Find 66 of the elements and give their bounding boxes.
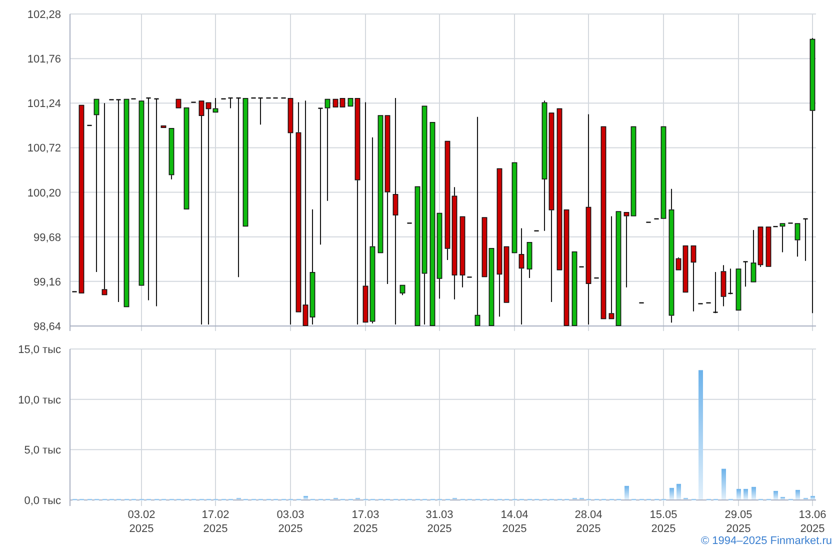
volume-bar (780, 496, 785, 500)
candlestick (467, 276, 472, 278)
candlestick (460, 216, 466, 288)
axis-label: 17.03 2025 (352, 509, 380, 534)
candlestick (579, 266, 584, 268)
axis-label: 03.03 2025 (276, 509, 304, 534)
candlestick (526, 242, 532, 278)
candlestick (794, 223, 800, 258)
axis-label: 17.02 2025 (202, 509, 230, 534)
volume-bar (796, 490, 800, 500)
volume-bar (722, 468, 726, 500)
axis-label: 99,68 (33, 232, 61, 244)
copyright-link[interactable]: © 1994–2025 Finmarket.ru (700, 534, 832, 550)
candlestick (713, 272, 718, 314)
candlestick (639, 302, 644, 304)
volume-bar (624, 486, 629, 500)
axis-label: 15.05 2025 (650, 509, 678, 534)
volume-bar (810, 496, 815, 500)
candlestick (72, 291, 77, 292)
axis-label: 99,16 (33, 276, 61, 288)
axis-label: 10,0 тыс (18, 394, 61, 406)
volume-bar (736, 488, 741, 500)
candlestick (736, 268, 742, 311)
axis-label: 13.06 2025 (798, 509, 826, 534)
axis-label: 03.02 2025 (128, 509, 156, 534)
candlestick (251, 97, 256, 99)
axis-label: 101,24 (27, 98, 61, 110)
axis-label: 5,0 тыс (24, 444, 61, 457)
axis-label: 102,28 (27, 9, 61, 21)
candlestick (690, 245, 696, 312)
candlestick (407, 222, 412, 224)
axis-label: 15,0 тыс (18, 344, 61, 356)
candlestick (743, 261, 748, 288)
axis-label: 98,64 (33, 321, 61, 333)
candlestick (728, 268, 733, 295)
candlestick (221, 98, 226, 100)
axis-label: 31.03 2025 (426, 509, 454, 534)
candlestick (720, 264, 726, 307)
axis-label: 29.05 2025 (724, 509, 752, 534)
candlestick (534, 230, 539, 232)
candlestick (109, 99, 114, 100)
candlestick (773, 226, 778, 228)
candlestick (168, 128, 174, 180)
candlestick (766, 226, 772, 267)
volume-bar (752, 486, 756, 500)
axis-label: 28.04 2025 (574, 509, 602, 534)
axis-label: 0,0 тыс (24, 495, 61, 507)
volume-bar (670, 488, 674, 500)
candlestick (131, 98, 136, 100)
candlestick (803, 218, 808, 262)
candlestick (228, 97, 233, 109)
candlestick (191, 102, 196, 103)
candlestick (594, 277, 599, 279)
axis-label: 14.04 2025 (500, 509, 528, 534)
volume-bar (774, 490, 778, 500)
axis-label: 100,20 (27, 187, 61, 200)
axis-label: 100,72 (27, 142, 61, 155)
axis-label: 101,76 (27, 54, 61, 66)
candlestick (780, 223, 786, 253)
candlestick (788, 222, 793, 224)
candlestick (160, 125, 166, 128)
volume-bar (304, 496, 308, 500)
volume-bar (676, 484, 681, 500)
candlestick (258, 97, 263, 126)
volume-bar (744, 488, 748, 500)
candlestick (87, 124, 92, 126)
